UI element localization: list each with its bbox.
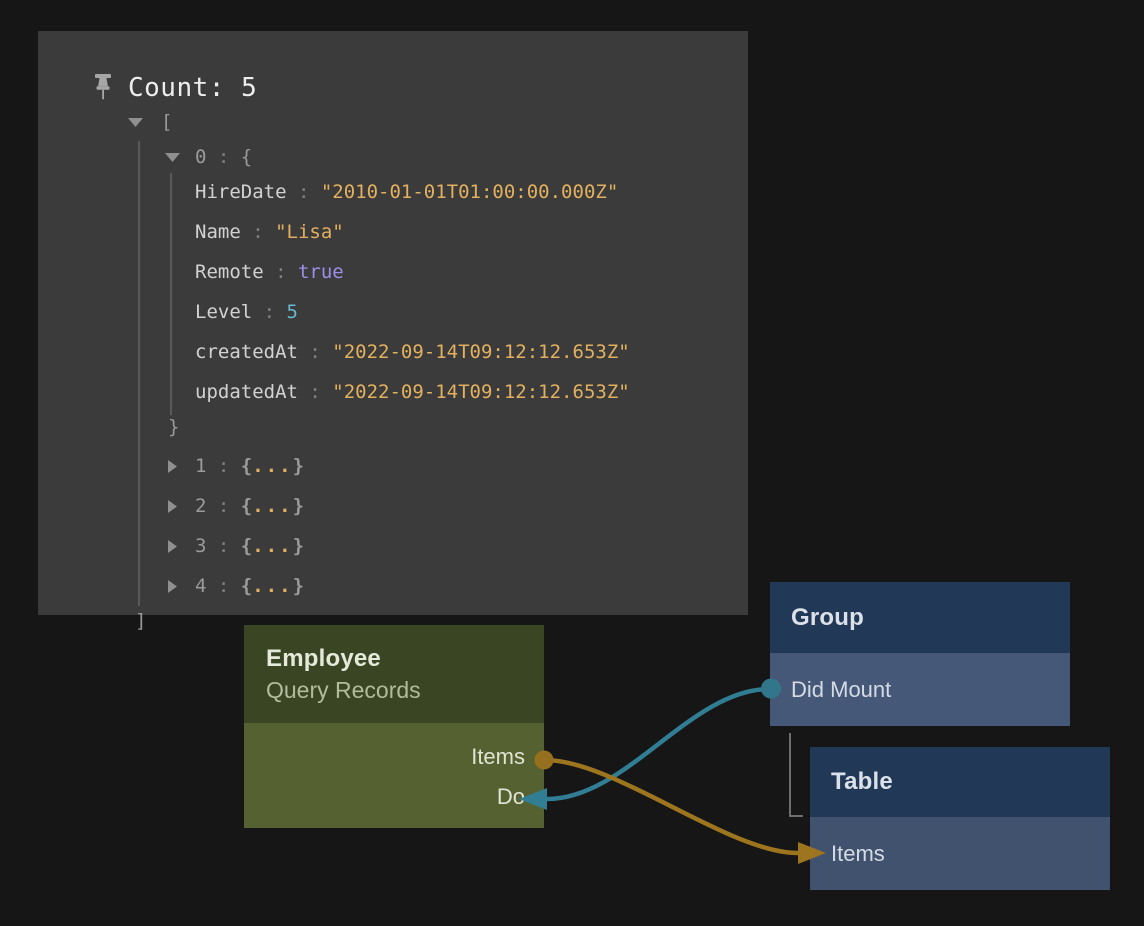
json-collapsed-row: 4 : {...} — [165, 569, 304, 603]
node-table-body: Items — [810, 817, 1110, 890]
array-index: 4 — [195, 575, 206, 597]
field-key: Level — [195, 301, 252, 323]
json-collapsed-row: 1 : {...} — [165, 449, 304, 483]
json-tree-row: 0 : { — [165, 140, 252, 174]
field-key: createdAt — [195, 341, 298, 363]
field-key: updatedAt — [195, 381, 298, 403]
field-value: "2022-09-14T09:12:12.653Z" — [332, 381, 629, 403]
node-group-header[interactable]: Group — [770, 582, 1070, 653]
json-collapsed-row: 3 : {...} — [165, 529, 304, 563]
array-index: 3 — [195, 535, 206, 557]
port-items-input[interactable]: Items — [810, 817, 1110, 890]
expand-toggle-icon[interactable] — [165, 500, 180, 513]
field-key: HireDate — [195, 181, 287, 203]
json-tree-row: } — [168, 410, 179, 444]
port-do-input[interactable]: Do — [497, 784, 525, 810]
field-value: "2010-01-01T01:00:00.000Z" — [321, 181, 618, 203]
collapse-toggle-icon[interactable] — [128, 118, 143, 127]
array-close-bracket: ] — [135, 610, 146, 632]
tree-guide-line — [138, 141, 140, 606]
field-value: 5 — [287, 301, 298, 323]
json-field-row: HireDate : "2010-01-01T01:00:00.000Z" — [195, 175, 618, 209]
tree-guide-line — [170, 173, 172, 415]
json-field-row: Level : 5 — [195, 295, 298, 329]
json-collapsed-row: 2 : {...} — [165, 489, 304, 523]
node-employee[interactable]: Employee Query Records Items Do — [244, 625, 544, 828]
node-title: Table — [831, 768, 893, 796]
array-open-bracket: [ — [161, 111, 172, 133]
array-index: 0 — [195, 146, 206, 168]
array-index: 2 — [195, 495, 206, 517]
port-didmount-output[interactable]: Did Mount — [770, 653, 1070, 726]
node-group[interactable]: Group Did Mount — [770, 582, 1070, 726]
json-tree-row: ] — [135, 604, 146, 638]
json-field-row: createdAt : "2022-09-14T09:12:12.653Z" — [195, 335, 630, 369]
data-inspector-panel: Count: 5 [ 0 : { HireDate : "2010-01-01T… — [38, 31, 748, 615]
json-field-row: Remote : true — [195, 255, 344, 289]
node-graph-canvas[interactable]: Count: 5 [ 0 : { HireDate : "2010-01-01T… — [0, 0, 1144, 926]
port-items-output[interactable]: Items — [471, 744, 525, 770]
port-dot-didmount-output[interactable] — [761, 679, 781, 699]
node-table[interactable]: Table Items — [810, 747, 1110, 890]
object-close-brace: } — [168, 416, 179, 438]
node-title: Group — [791, 604, 864, 632]
node-group-body: Did Mount — [770, 653, 1070, 726]
array-index: 1 — [195, 455, 206, 477]
expand-toggle-icon[interactable] — [165, 580, 180, 593]
expand-toggle-icon[interactable] — [165, 460, 180, 473]
inspector-header: Count: 5 — [92, 71, 257, 105]
field-value: "2022-09-14T09:12:12.653Z" — [332, 341, 629, 363]
node-employee-body: Items Do — [244, 723, 544, 828]
pin-icon[interactable] — [92, 73, 114, 103]
wire-didmount-to-do[interactable] — [547, 689, 770, 799]
wire-items-to-items[interactable] — [545, 760, 798, 853]
group-table-hierarchy-line — [790, 733, 803, 816]
field-key: Name — [195, 221, 241, 243]
node-subtitle: Query Records — [266, 677, 544, 704]
field-value: true — [298, 261, 344, 283]
field-value: "Lisa" — [275, 221, 344, 243]
node-title: Employee — [266, 645, 544, 673]
collapse-toggle-icon[interactable] — [165, 153, 180, 162]
node-table-header[interactable]: Table — [810, 747, 1110, 817]
expand-toggle-icon[interactable] — [165, 540, 180, 553]
inspector-title: Count: 5 — [128, 73, 257, 103]
object-open-brace: { — [241, 146, 252, 168]
port-dot-items-output[interactable] — [535, 751, 554, 770]
node-employee-header[interactable]: Employee Query Records — [244, 625, 544, 723]
json-tree-row: [ — [128, 105, 172, 139]
json-field-row: Name : "Lisa" — [195, 215, 344, 249]
json-field-row: updatedAt : "2022-09-14T09:12:12.653Z" — [195, 375, 630, 409]
field-key: Remote — [195, 261, 264, 283]
